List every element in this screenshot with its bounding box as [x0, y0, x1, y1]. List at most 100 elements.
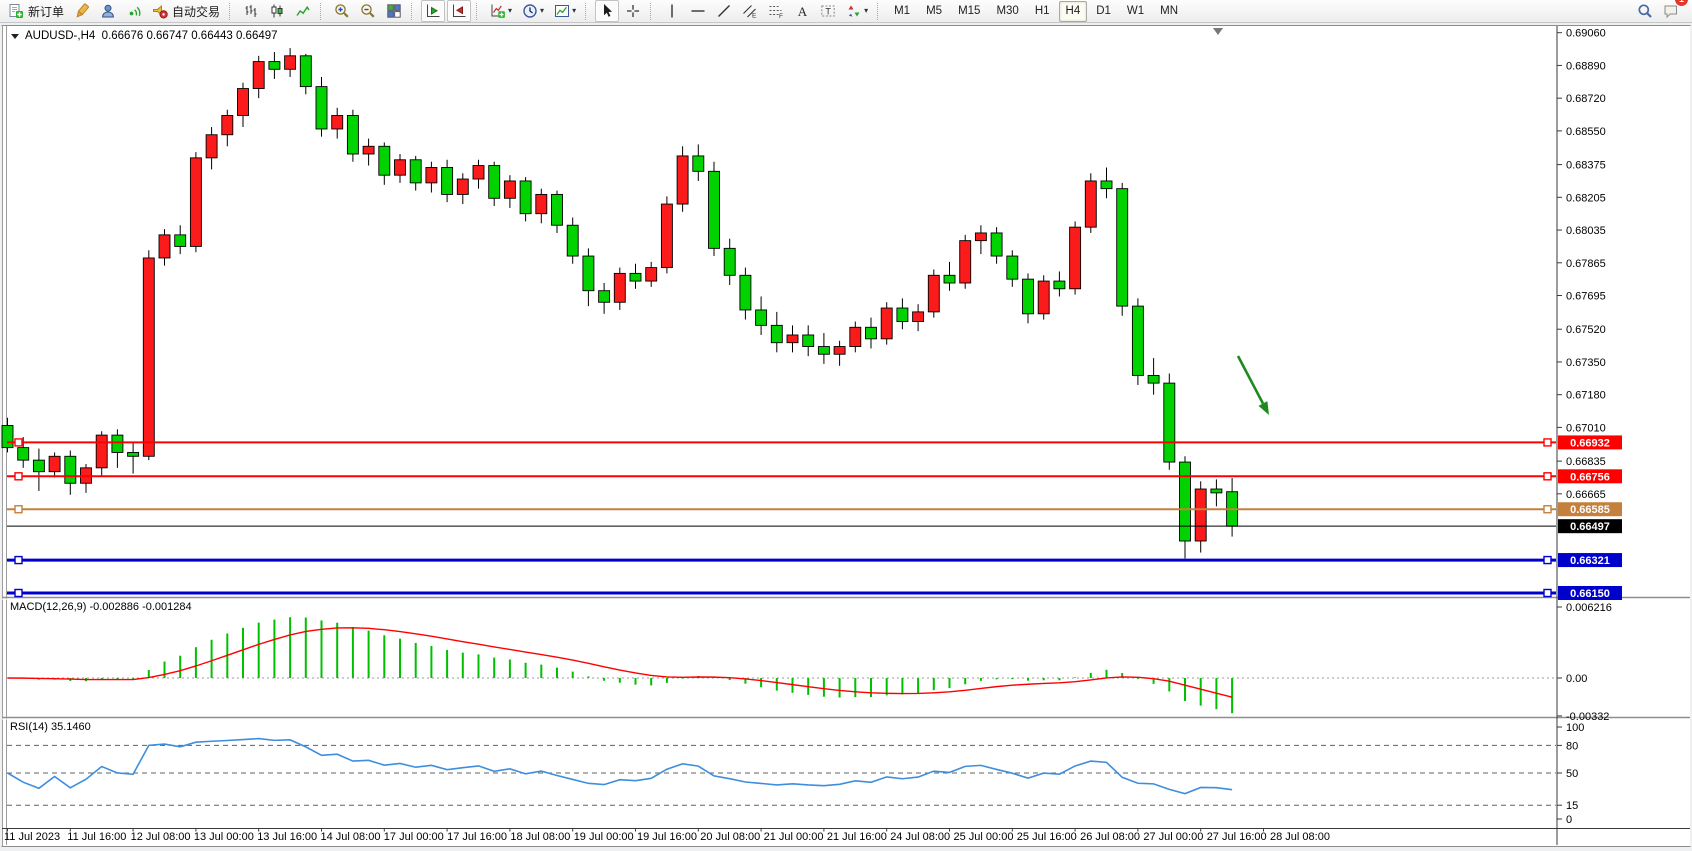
horizontal-line-button[interactable] — [686, 0, 710, 22]
trendline-button[interactable] — [712, 0, 736, 22]
indicators-button[interactable]: ▾ — [486, 0, 516, 22]
fibonacci-button[interactable]: F — [764, 0, 788, 22]
candle — [709, 171, 720, 248]
candle — [1070, 227, 1081, 289]
candle — [426, 167, 437, 182]
candle — [269, 62, 280, 70]
line-handle[interactable] — [15, 473, 22, 480]
timeframe-button-m5[interactable]: M5 — [919, 1, 949, 22]
profile-button[interactable] — [96, 0, 120, 22]
candle — [803, 335, 814, 347]
search-button[interactable] — [1633, 0, 1657, 22]
text-button[interactable]: A — [790, 0, 814, 22]
candle — [1195, 489, 1206, 541]
timeframe-button-m15[interactable]: M15 — [951, 1, 987, 22]
line-handle[interactable] — [1544, 506, 1551, 513]
candle — [395, 160, 406, 175]
bar-chart-button[interactable] — [239, 0, 263, 22]
signal-icon — [126, 3, 142, 19]
templates-button[interactable]: ▾ — [550, 0, 580, 22]
channel-icon: E — [742, 3, 758, 19]
candle — [128, 452, 139, 456]
svg-text:0.68375: 0.68375 — [1566, 160, 1606, 172]
svg-text:0.67180: 0.67180 — [1566, 390, 1606, 402]
svg-text:100: 100 — [1566, 722, 1584, 734]
line-handle[interactable] — [1544, 473, 1551, 480]
candle — [442, 167, 453, 194]
candle — [190, 158, 201, 247]
candle — [96, 435, 107, 468]
chart-shift-button[interactable] — [447, 0, 471, 22]
crosshair-button[interactable] — [621, 0, 645, 22]
svg-text:21 Jul 16:00: 21 Jul 16:00 — [827, 831, 887, 843]
autotrading-button-label: 自动交易 — [172, 3, 220, 20]
timeframe-button-h4[interactable]: H4 — [1059, 1, 1088, 22]
candlestick-icon — [269, 3, 285, 19]
periods-button[interactable]: ▾ — [518, 0, 548, 22]
chart-title-text: AUDUSD-,H4 0.66676 0.66747 0.66443 0.664… — [25, 30, 278, 42]
candle — [1085, 181, 1096, 227]
timeframe-button-d1[interactable]: D1 — [1089, 1, 1118, 22]
candle — [866, 327, 877, 339]
candle — [646, 268, 657, 281]
signals-button[interactable] — [122, 0, 146, 22]
candle — [332, 115, 343, 128]
svg-text:27 Jul 00:00: 27 Jul 00:00 — [1143, 831, 1203, 843]
line-handle[interactable] — [15, 557, 22, 564]
line-handle[interactable] — [1544, 439, 1551, 446]
autotrading-button[interactable]: 自动交易 — [148, 0, 224, 22]
candle — [991, 233, 1002, 256]
candle — [614, 273, 625, 302]
candlestick-button[interactable] — [265, 0, 289, 22]
candle — [1180, 462, 1191, 541]
chart-menu-arrow-icon[interactable] — [11, 34, 19, 39]
line-handle[interactable] — [1544, 589, 1551, 596]
channel-button[interactable]: E — [738, 0, 762, 22]
vertical-line-button[interactable] — [660, 0, 684, 22]
chat-button[interactable]: 1 — [1659, 0, 1683, 22]
tile-windows-button[interactable] — [382, 0, 406, 22]
line-handle[interactable] — [15, 506, 22, 513]
cursor-button[interactable] — [595, 0, 619, 22]
svg-text:F: F — [779, 13, 783, 19]
svg-text:19 Jul 16:00: 19 Jul 16:00 — [637, 831, 697, 843]
zoom-in-button[interactable] — [330, 0, 354, 22]
svg-text:0.66321: 0.66321 — [1570, 555, 1610, 567]
timeframe-button-mn[interactable]: MN — [1153, 1, 1185, 22]
svg-text:0.66932: 0.66932 — [1570, 437, 1610, 449]
svg-text:A: A — [798, 4, 808, 19]
candle — [771, 325, 782, 342]
candle — [473, 166, 484, 179]
svg-text:50: 50 — [1566, 768, 1578, 780]
timeframe-button-h1[interactable]: H1 — [1028, 1, 1057, 22]
timeframe-button-m1[interactable]: M1 — [887, 1, 917, 22]
svg-text:0.68890: 0.68890 — [1566, 60, 1606, 72]
styles-button[interactable] — [70, 0, 94, 22]
candle — [489, 166, 500, 199]
chevron-down-icon: ▾ — [540, 7, 544, 15]
svg-text:12 Jul 08:00: 12 Jul 08:00 — [131, 831, 191, 843]
arrows-button[interactable]: ▾ — [842, 0, 872, 22]
line-handle[interactable] — [15, 439, 22, 446]
svg-text:14 Jul 08:00: 14 Jul 08:00 — [321, 831, 381, 843]
price-chart[interactable]: 0.690600.688900.687200.685500.683750.682… — [0, 0, 1692, 851]
crayon-icon — [74, 3, 90, 19]
candle — [1023, 279, 1034, 314]
svg-text:0.67010: 0.67010 — [1566, 422, 1606, 434]
chevron-down-icon: ▾ — [864, 7, 868, 15]
new-order-button[interactable]: 新订单 — [4, 0, 68, 22]
timeframe-button-m30[interactable]: M30 — [989, 1, 1025, 22]
line-chart-button[interactable] — [291, 0, 315, 22]
crosshair-icon — [625, 3, 641, 19]
line-handle[interactable] — [15, 589, 22, 596]
candle — [787, 335, 798, 343]
svg-text:15: 15 — [1566, 800, 1578, 812]
chevron-down-icon: ▾ — [572, 7, 576, 15]
zoom-out-button[interactable] — [356, 0, 380, 22]
line-handle[interactable] — [1544, 557, 1551, 564]
svg-text:0.67865: 0.67865 — [1566, 258, 1606, 270]
candle — [960, 241, 971, 283]
auto-scroll-button[interactable] — [421, 0, 445, 22]
text-label-button[interactable]: T — [816, 0, 840, 22]
timeframe-button-w1[interactable]: W1 — [1120, 1, 1151, 22]
